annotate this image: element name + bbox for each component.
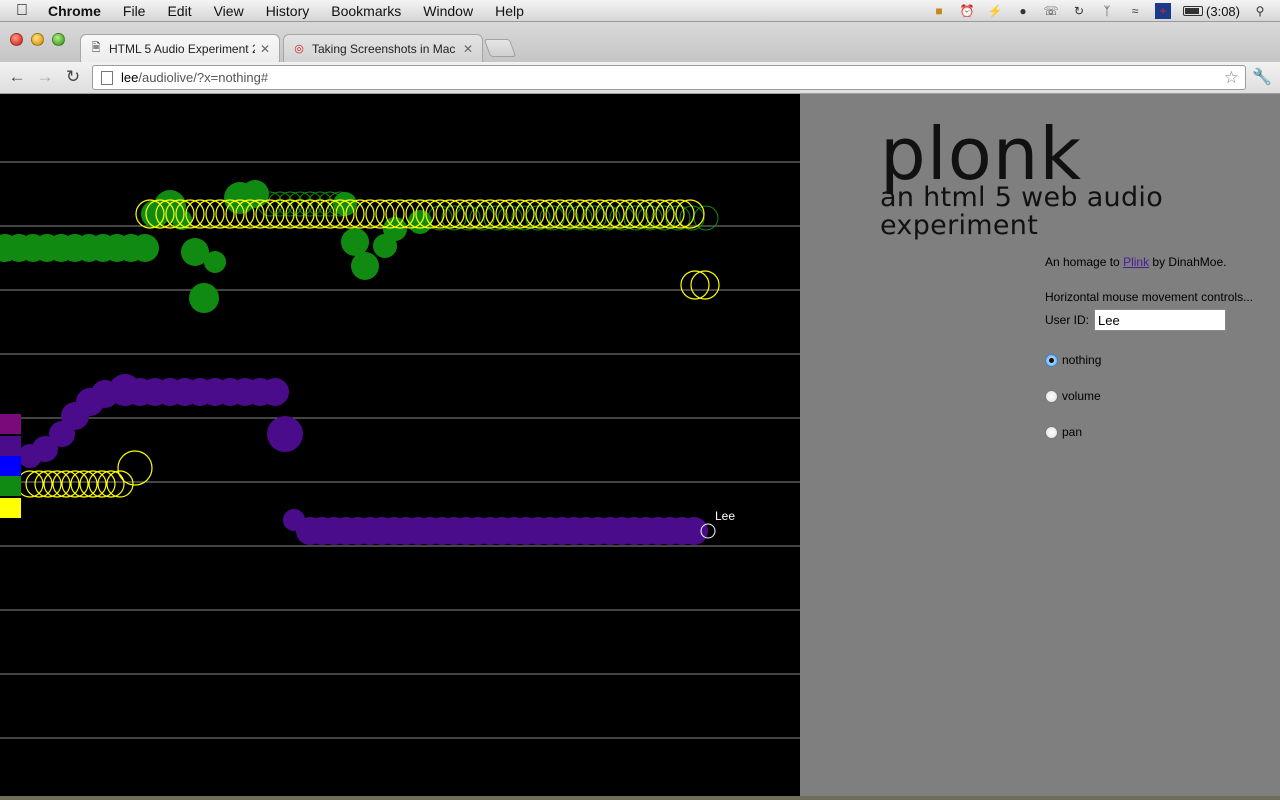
address-bar[interactable]: lee /audiolive/?x=nothing# ☆: [92, 65, 1246, 90]
dock-strip: [0, 796, 1280, 800]
page-icon: 🗎: [91, 42, 101, 54]
color-swatch: [0, 456, 21, 476]
purple-note: [267, 416, 303, 452]
yellow-note: [117, 450, 153, 486]
tab-audio-experiment[interactable]: 🗎 HTML 5 Audio Experiment 2 ✕: [80, 34, 280, 62]
tab-close-icon[interactable]: ✕: [462, 42, 474, 56]
radio-volume[interactable]: volume: [1045, 389, 1280, 403]
user-id-input[interactable]: [1094, 309, 1227, 331]
logo-subtitle: an html 5 web audio experiment: [880, 182, 1164, 241]
window-minimize-button[interactable]: [31, 33, 44, 46]
app-status-icon[interactable]: ■: [931, 3, 947, 19]
radio-label: nothing: [1062, 353, 1102, 367]
window-zoom-button[interactable]: [52, 33, 65, 46]
menu-bar:  Chrome File Edit View History Bookmark…: [0, 0, 1280, 22]
bluetooth-icon[interactable]: ᛉ: [1099, 3, 1115, 19]
tab-title: Taking Screenshots in Mac O: [312, 41, 458, 56]
purple-note: [680, 517, 708, 545]
instructions-text: Horizontal mouse movement controls...: [1045, 290, 1254, 304]
url-host: lee: [121, 70, 139, 85]
menu-app[interactable]: Chrome: [44, 0, 112, 22]
browser-toolbar: ← → ↻ lee /audiolive/?x=nothing# ☆ 🔧: [0, 62, 1280, 94]
uk-flag-icon[interactable]: +: [1155, 3, 1172, 19]
reload-icon[interactable]: ↻: [63, 67, 83, 87]
homage-suffix: by DinahMoe.: [1149, 255, 1227, 269]
alarm-clock-icon[interactable]: ⏰: [959, 3, 975, 19]
status-area: ■ ⏰ ⚡ ● ☏ ↻ ᛉ ≈ + (3:08) ⚲: [931, 0, 1280, 22]
battery-status[interactable]: (3:08): [1183, 4, 1240, 19]
cursor-user-label: Lee: [715, 509, 736, 523]
tab-screenshots[interactable]: ◎ Taking Screenshots in Mac O ✕: [283, 34, 483, 62]
menu-view[interactable]: View: [203, 0, 255, 22]
radio-button[interactable]: [1045, 353, 1058, 367]
battery-time: (3:08): [1206, 3, 1240, 19]
canvas-drawing[interactable]: [0, 94, 800, 800]
radio-button[interactable]: [1045, 389, 1058, 403]
green-note: [341, 228, 369, 256]
tab-close-icon[interactable]: ✕: [259, 42, 271, 56]
radio-label: pan: [1062, 425, 1083, 439]
phone-icon[interactable]: ☏: [1043, 3, 1059, 19]
plink-link[interactable]: Plink: [1123, 255, 1149, 269]
color-swatch: [0, 414, 21, 434]
spotlight-search-icon[interactable]: ⚲: [1252, 3, 1268, 19]
apple-icon[interactable]: : [0, 2, 44, 20]
radio-pan[interactable]: pan: [1045, 425, 1280, 439]
plonk-canvas[interactable]: Lee: [0, 94, 800, 800]
url-path: /audiolive/?x=nothing#: [138, 70, 269, 85]
page-icon: [101, 70, 113, 85]
purple-note: [261, 378, 289, 406]
radio-nothing[interactable]: nothing: [1045, 353, 1280, 367]
new-tab-button[interactable]: [483, 39, 517, 57]
homage-prefix: An homage to: [1045, 255, 1124, 269]
back-arrow-icon[interactable]: ←: [7, 67, 27, 87]
radio-label: volume: [1062, 389, 1101, 403]
menu-edit[interactable]: Edit: [156, 0, 202, 22]
bookmark-star-icon[interactable]: ☆: [1224, 68, 1239, 88]
green-note: [189, 283, 219, 313]
color-swatch: [0, 476, 21, 496]
site-favicon-icon: ◎: [294, 43, 304, 55]
color-swatch: [0, 498, 21, 518]
sync-icon[interactable]: ↻: [1071, 3, 1087, 19]
radio-button[interactable]: [1045, 425, 1058, 439]
logo: plonk an html 5 web audio experiment: [880, 118, 1280, 240]
color-swatch: [0, 436, 21, 456]
menu-help[interactable]: Help: [484, 0, 535, 22]
menu-window[interactable]: Window: [412, 0, 484, 22]
user-id-label: User ID:: [1045, 313, 1090, 327]
green-note: [204, 251, 226, 273]
logo-title: plonk: [880, 112, 1083, 196]
user-id-row: User ID:: [1045, 309, 1280, 331]
menu-bookmarks[interactable]: Bookmarks: [320, 0, 412, 22]
tab-strip: 🗎 HTML 5 Audio Experiment 2 ✕ ◎ Taking S…: [0, 22, 1280, 62]
homage-text: An homage to Plink by DinahMoe.: [1045, 255, 1280, 269]
forward-arrow-icon[interactable]: →: [35, 67, 55, 87]
menu-file[interactable]: File: [112, 0, 157, 22]
info-panel: An homage to Plink by DinahMoe. Horizont…: [1045, 255, 1280, 439]
tab-title: HTML 5 Audio Experiment 2: [109, 41, 255, 56]
lightning-icon[interactable]: ⚡: [987, 3, 1003, 19]
green-note: [383, 217, 407, 241]
green-note: [131, 234, 159, 262]
green-note: [351, 252, 379, 280]
green-note: [241, 180, 269, 208]
wifi-icon[interactable]: ≈: [1127, 3, 1143, 19]
globe-icon[interactable]: ●: [1015, 3, 1031, 19]
side-panel: plonk an html 5 web audio experiment An …: [800, 94, 1280, 796]
window-close-button[interactable]: [10, 33, 23, 46]
menu-history[interactable]: History: [255, 0, 321, 22]
wrench-menu-icon[interactable]: 🔧: [1252, 67, 1272, 87]
battery-icon: [1183, 6, 1204, 16]
